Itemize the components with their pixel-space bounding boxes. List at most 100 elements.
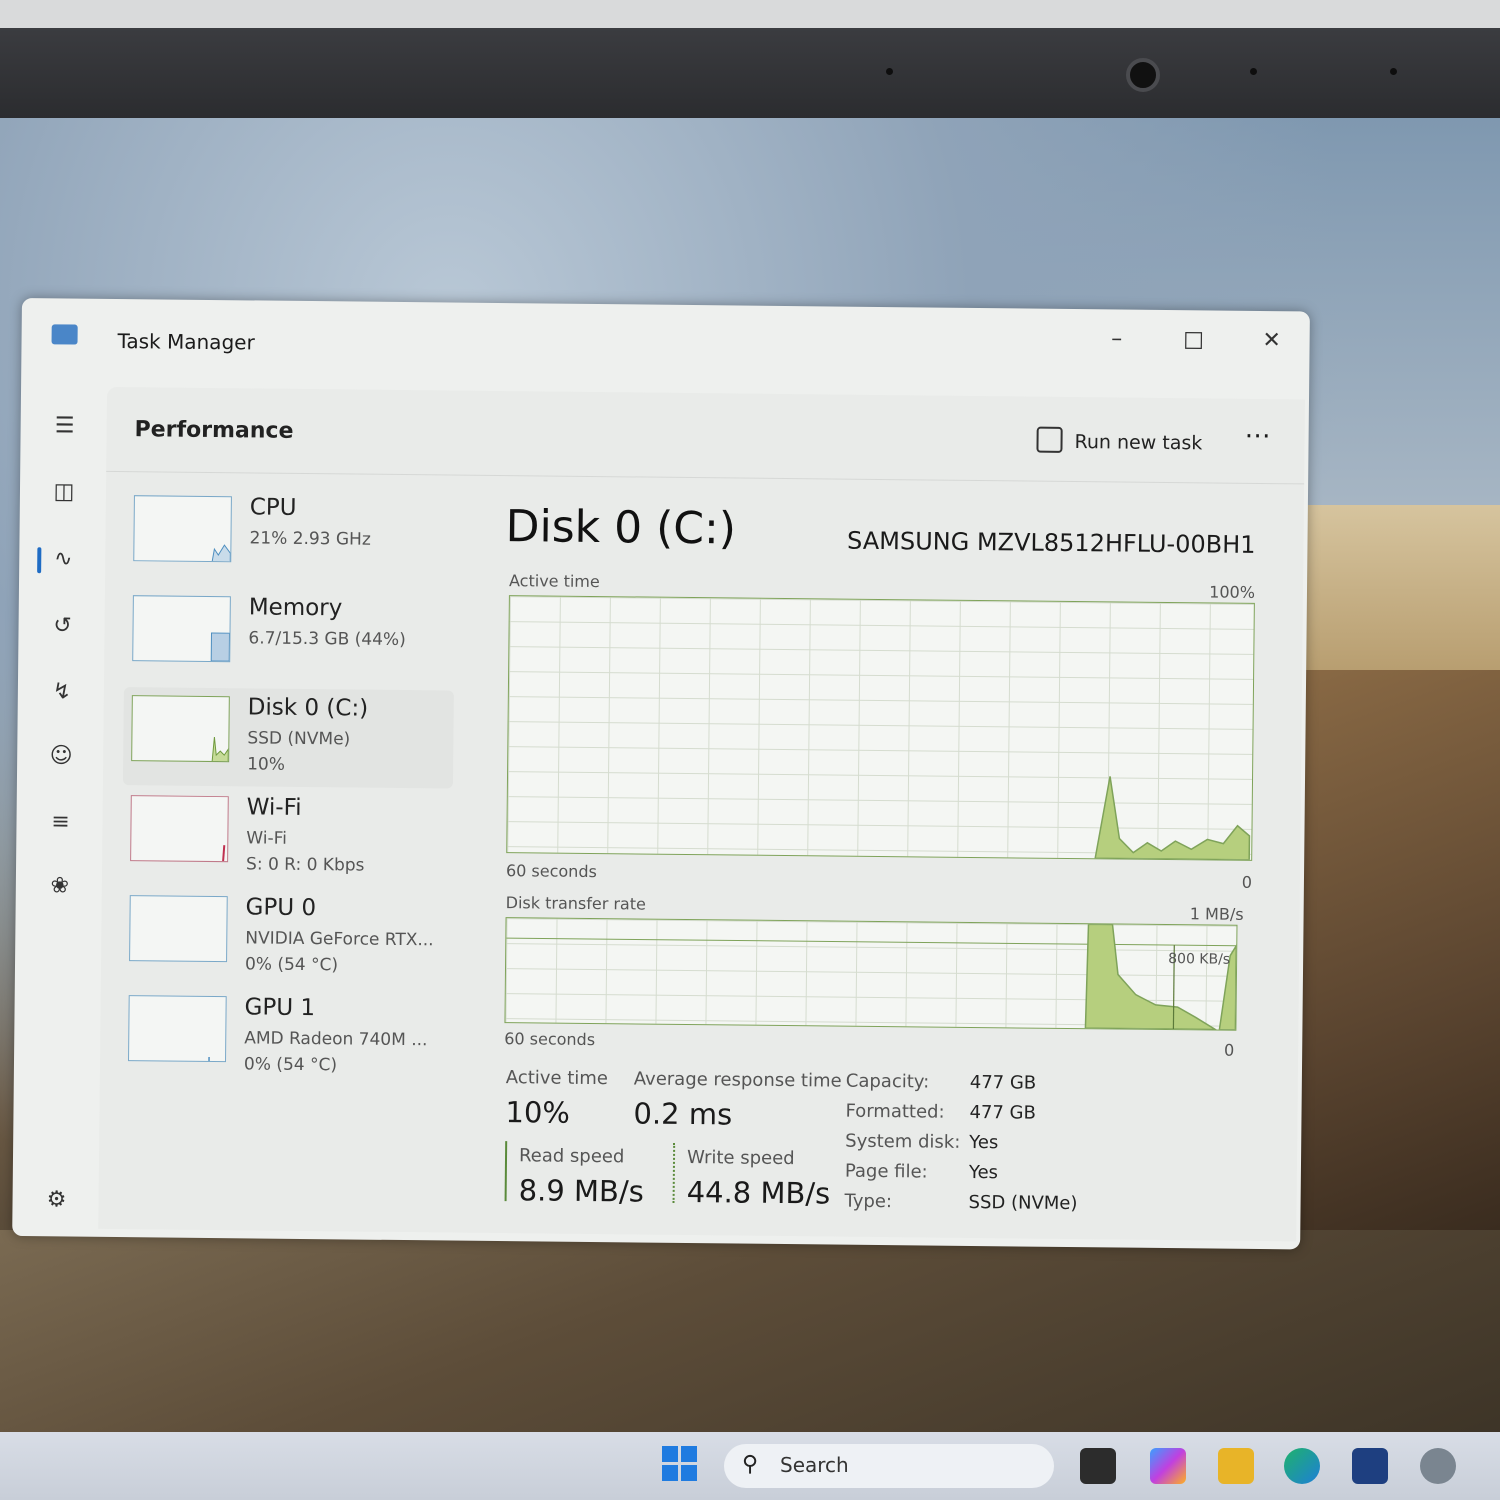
close-button[interactable]: ✕ [1251, 325, 1291, 357]
gpu1-thumbnail-graph [128, 995, 227, 1063]
edge-browser-icon[interactable] [1284, 1448, 1320, 1484]
pane-header: Performance Run new task ⋯ [106, 386, 1306, 485]
device-name: GPU 0 [245, 894, 317, 922]
property-key: Page file: [844, 1160, 928, 1183]
disk-thumbnail-graph [131, 695, 230, 763]
transfer-graph-xlabel: 60 seconds [504, 1029, 596, 1050]
wallpaper-building [1300, 505, 1500, 675]
active-time-graph-xlabel: 60 seconds [505, 861, 597, 882]
store-icon[interactable] [1352, 1448, 1388, 1484]
transfer-graph-min: 0 [1223, 1040, 1235, 1060]
laptop-bezel [0, 28, 1500, 124]
processes-icon[interactable]: ◫ [48, 476, 80, 508]
task-view-icon[interactable] [1080, 1448, 1116, 1484]
active-time-graph-max: 100% [1209, 582, 1256, 602]
device-name: Wi-Fi [246, 794, 302, 821]
disk-title: Disk 0 (C:) [505, 501, 737, 555]
property-value: Yes [969, 1131, 999, 1154]
wifi-thumbnail-graph [130, 795, 229, 863]
device-usage: 10% [247, 754, 286, 775]
settings-app-icon[interactable] [1420, 1448, 1456, 1484]
device-item-cpu[interactable]: CPU 21% 2.93 GHz [125, 487, 456, 588]
device-detail: AMD Radeon 740M ... [244, 1028, 428, 1051]
run-new-task-label: Run new task [1074, 431, 1203, 455]
active-time-label: Active time [505, 1067, 609, 1090]
device-item-gpu1[interactable]: GPU 1 AMD Radeon 740M ... 0% (54 °C) [120, 987, 451, 1088]
page-title: Performance [134, 417, 294, 444]
property-value: 477 GB [969, 1071, 1037, 1094]
property-key: System disk: [845, 1130, 961, 1153]
device-detail: 21% 2.93 GHz [249, 528, 371, 550]
webcam [1126, 58, 1160, 92]
memory-thumbnail-graph [132, 595, 231, 663]
read-speed-marker [504, 1141, 508, 1202]
run-new-task-button[interactable]: Run new task [1036, 426, 1203, 455]
device-item-memory[interactable]: Memory 6.7/15.3 GB (44%) [124, 587, 455, 688]
nav-rail: ☰ ◫ ∿ ↺ ↯ ☺ ≡ ❀ ⚙ [12, 388, 107, 1229]
taskbar-search-box[interactable]: ⚲ Search [724, 1444, 1054, 1488]
search-placeholder: Search [780, 1453, 849, 1477]
copilot-icon[interactable] [1150, 1448, 1186, 1484]
device-name: CPU [249, 494, 297, 521]
device-name: Disk 0 (C:) [247, 694, 369, 722]
active-time-value: 10% [505, 1095, 571, 1130]
sensor-dot [886, 68, 893, 75]
services-icon[interactable]: ❀ [44, 870, 76, 902]
transfer-graph-mid: 800 KB/s [1168, 951, 1231, 968]
maximize-button[interactable]: □ [1173, 324, 1213, 356]
write-speed-value: 44.8 MB/s [686, 1175, 831, 1211]
avg-response-label: Average response time [633, 1068, 842, 1092]
settings-gear-icon[interactable]: ⚙ [40, 1184, 72, 1216]
read-speed-value: 8.9 MB/s [518, 1173, 644, 1209]
active-time-graph-label: Active time [508, 571, 600, 592]
device-list: CPU 21% 2.93 GHz Memory 6.7/15.3 GB (44%… [120, 487, 456, 1090]
search-icon: ⚲ [742, 1452, 759, 1477]
transfer-graph-max: 1 MB/s [1189, 904, 1244, 924]
performance-icon[interactable]: ∿ [47, 543, 79, 575]
device-usage: 0% (54 °C) [244, 954, 339, 976]
transfer-rate-graph-plot [506, 923, 1237, 1030]
device-usage: S: 0 R: 0 Kbps [245, 854, 365, 876]
users-icon[interactable]: ☺ [45, 740, 77, 772]
cpu-thumbnail-graph [133, 495, 232, 563]
task-manager-window: Task Manager – □ ✕ ☰ ◫ ∿ ↺ ↯ ☺ ≡ ❀ ⚙ Per… [12, 298, 1310, 1250]
more-options-icon[interactable]: ⋯ [1244, 421, 1272, 451]
property-key: Capacity: [845, 1070, 930, 1093]
details-icon[interactable]: ≡ [44, 806, 76, 838]
property-value: Yes [968, 1161, 999, 1184]
wallpaper-cliff [1280, 670, 1500, 1230]
read-speed-label: Read speed [518, 1145, 625, 1168]
minimize-button[interactable]: – [1096, 323, 1136, 355]
file-explorer-icon[interactable] [1218, 1448, 1254, 1484]
sensor-dot [1390, 68, 1397, 75]
transfer-graph-label: Disk transfer rate [505, 893, 647, 914]
device-detail: NVIDIA GeForce RTX... [245, 928, 434, 951]
active-time-graph-min: 0 [1241, 872, 1253, 892]
taskbar: ⚲ Search [0, 1432, 1500, 1500]
property-key: Formatted: [845, 1100, 945, 1123]
active-time-graph [506, 595, 1255, 861]
startup-apps-icon[interactable]: ↯ [46, 676, 78, 708]
device-item-wifi[interactable]: Wi-Fi Wi-Fi S: 0 R: 0 Kbps [122, 787, 453, 888]
wallpaper-ground [0, 1230, 1500, 1440]
property-key: Type: [844, 1190, 893, 1213]
sensor-dot [1250, 68, 1257, 75]
window-title: Task Manager [117, 329, 255, 355]
write-speed-marker [672, 1142, 676, 1203]
run-task-icon [1036, 426, 1063, 453]
device-detail: SSD (NVMe) [247, 728, 351, 750]
device-usage: 0% (54 °C) [243, 1054, 338, 1076]
transfer-rate-graph: 800 KB/s [504, 917, 1238, 1031]
disk-model: SAMSUNG MZVL8512HFLU-00BH1 [846, 526, 1256, 559]
active-time-graph-plot [1094, 776, 1251, 860]
start-button-windows-icon[interactable] [662, 1446, 698, 1482]
device-item-gpu0[interactable]: GPU 0 NVIDIA GeForce RTX... 0% (54 °C) [121, 887, 452, 988]
property-value: 477 GB [969, 1101, 1037, 1124]
property-value: SSD (NVMe) [968, 1191, 1078, 1215]
hamburger-menu-icon[interactable]: ☰ [48, 410, 80, 442]
gpu0-thumbnail-graph [129, 895, 228, 963]
performance-pane: Performance Run new task ⋯ CPU 21% 2.93 … [98, 386, 1306, 1242]
app-history-icon[interactable]: ↺ [46, 610, 78, 642]
device-item-disk0[interactable]: Disk 0 (C:) SSD (NVMe) 10% [122, 687, 454, 789]
device-detail: Wi-Fi [246, 828, 288, 849]
